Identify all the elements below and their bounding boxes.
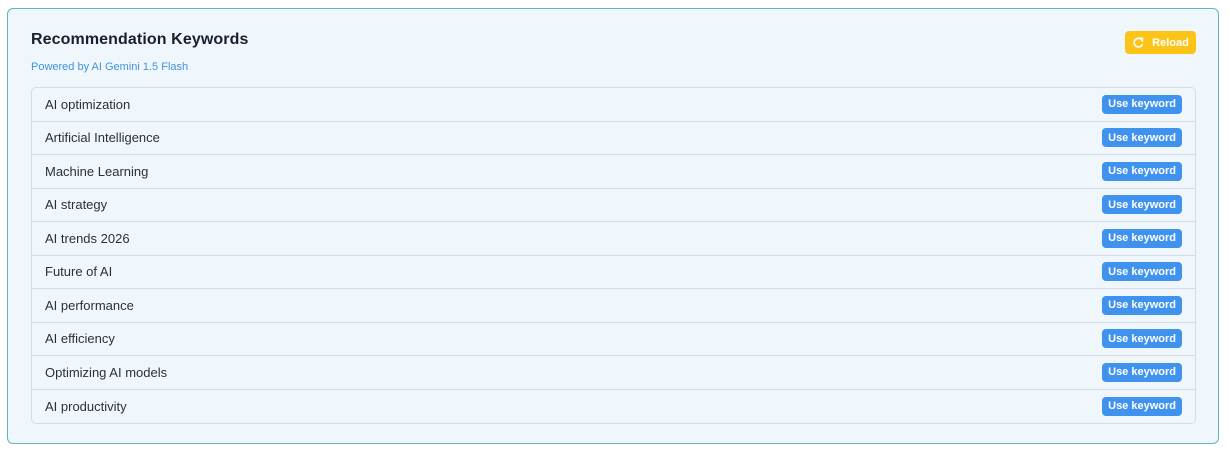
reload-button[interactable]: Reload xyxy=(1125,31,1196,54)
list-item: Artificial Intelligence Use keyword xyxy=(32,122,1195,155)
keyword-text: Future of AI xyxy=(45,264,113,280)
list-item: AI trends 2026 Use keyword xyxy=(32,222,1195,256)
keyword-text: AI performance xyxy=(45,297,134,313)
use-keyword-button[interactable]: Use keyword xyxy=(1102,228,1182,248)
refresh-icon xyxy=(1132,36,1144,49)
list-item: AI optimization Use keyword xyxy=(32,88,1195,122)
recommendation-keywords-card: Recommendation Keywords Powered by AI Ge… xyxy=(7,8,1219,444)
list-item: AI efficiency Use keyword xyxy=(32,323,1195,356)
card-title: Recommendation Keywords xyxy=(31,31,249,48)
keyword-list: AI optimization Use keyword Artificial I… xyxy=(31,87,1196,424)
keyword-text: AI productivity xyxy=(45,398,127,414)
use-keyword-button[interactable]: Use keyword xyxy=(1102,94,1182,114)
list-item: AI performance Use keyword xyxy=(32,289,1195,323)
use-keyword-button[interactable]: Use keyword xyxy=(1102,128,1182,148)
keyword-text: Artificial Intelligence xyxy=(45,130,160,146)
use-keyword-button[interactable]: Use keyword xyxy=(1102,161,1182,181)
list-item: Future of AI Use keyword xyxy=(32,256,1195,289)
use-keyword-button[interactable]: Use keyword xyxy=(1102,262,1182,282)
keyword-text: AI optimization xyxy=(45,96,131,112)
keyword-text: AI trends 2026 xyxy=(45,230,130,246)
reload-label: Reload xyxy=(1152,36,1189,49)
keyword-text: AI strategy xyxy=(45,197,108,213)
use-keyword-button[interactable]: Use keyword xyxy=(1102,195,1182,215)
use-keyword-button[interactable]: Use keyword xyxy=(1102,362,1182,382)
use-keyword-button[interactable]: Use keyword xyxy=(1102,396,1182,416)
card-subtitle: Powered by AI Gemini 1.5 Flash xyxy=(31,61,189,73)
list-item: AI productivity Use keyword xyxy=(32,390,1195,424)
use-keyword-button[interactable]: Use keyword xyxy=(1102,295,1182,315)
keyword-text: AI efficiency xyxy=(45,331,115,347)
list-item: Machine Learning Use keyword xyxy=(32,155,1195,189)
keyword-text: Optimizing AI models xyxy=(45,364,168,380)
list-item: AI strategy Use keyword xyxy=(32,189,1195,222)
use-keyword-button[interactable]: Use keyword xyxy=(1102,329,1182,349)
keyword-text: Machine Learning xyxy=(45,163,149,179)
list-item: Optimizing AI models Use keyword xyxy=(32,356,1195,390)
